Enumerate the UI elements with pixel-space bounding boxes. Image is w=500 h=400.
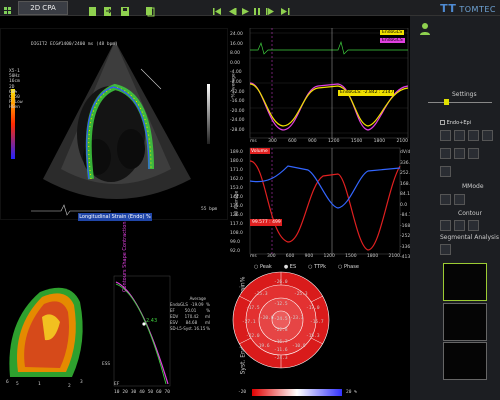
last-frame-icon[interactable] [280, 2, 290, 15]
volume-ylabel: ml Average [234, 190, 240, 217]
next-frame-icon[interactable] [265, 2, 275, 15]
bullseye-seg-16: -16.7 [274, 340, 288, 345]
bullseye-panel: ○ Peak ● ES ○ TTPk ○ Phase Syst. Endo. L… [216, 262, 410, 400]
bullseye-seg-7: -20.6 [260, 316, 274, 321]
bullseye-seg-3: -17.5 [246, 306, 260, 311]
brand-name: TOMTEC [459, 5, 496, 14]
top-toolbar: 2D CPA TT TOMTEC [0, 0, 500, 17]
thumbnail-view-1[interactable] [443, 263, 487, 301]
legend-endogls[interactable]: EndoGLS [380, 30, 405, 35]
segment-3: 3 [80, 380, 83, 385]
bullseye-seg-8: -24.5 [274, 317, 288, 322]
bullseye-chart[interactable] [216, 262, 410, 400]
thumbnail-view-3[interactable] [443, 342, 487, 380]
d-button[interactable] [454, 148, 465, 159]
legend-max: 20 % [346, 390, 357, 395]
legend-endogcs[interactable]: EndoGCS [380, 38, 405, 43]
segment-2: 2 [68, 384, 71, 389]
edit-button[interactable] [454, 130, 465, 141]
curve-value: 2.43 [146, 318, 158, 324]
lv-3d-model[interactable]: 6 5 1 2 3 [0, 272, 96, 400]
settings-title: Settings [452, 91, 477, 98]
mmode-title: MMode [462, 183, 484, 190]
s-button[interactable] [440, 148, 451, 159]
echo-header: DIGIT2 ECG#1400/2400 ms (48 bpm) [31, 42, 118, 47]
curve-xticks: 10 20 30 40 50 60 70 [114, 390, 170, 395]
play-icon[interactable] [240, 2, 250, 15]
tool-button-3[interactable] [468, 130, 479, 141]
segmental-title: Segmental Analysis [440, 234, 499, 241]
mmode-button-2[interactable] [454, 194, 465, 205]
layout-button[interactable] [440, 166, 451, 177]
bullseye-outer-top: -26.0 [274, 280, 288, 285]
bullseye-seg-13: -15.3 [306, 334, 320, 339]
bullseye-seg-10: -15.7 [310, 320, 324, 325]
thumbnail-view-2[interactable] [443, 303, 487, 341]
mmode-button-1[interactable] [440, 194, 451, 205]
tomtec-logo: TT TOMTEC [440, 2, 496, 15]
save-icon[interactable] [120, 2, 130, 16]
bullseye-seg-11: -22.8 [274, 328, 288, 333]
endo-epi-toggle[interactable]: Endo+Epi [440, 120, 471, 126]
tab-2d-cpa[interactable]: 2D CPA [18, 1, 68, 15]
contour-title: Contour [458, 210, 482, 217]
bullseye-outer-bottom: -24.3 [274, 356, 288, 361]
curve-ess-label: ESS [102, 362, 111, 367]
settings-slider-thumb[interactable] [444, 99, 449, 105]
echo-image-panel[interactable]: DIGIT2 ECG#1400/2400 ms (48 bpm) X5-1 50H… [0, 28, 228, 220]
strain-xticks: ms 300 600 900 1200 1500 1800 2100 [250, 139, 408, 144]
segment-5: 5 [16, 382, 19, 387]
curve-button[interactable] [468, 148, 479, 159]
stats-row-sd: SD-L5-Syst. 16.15% [170, 326, 210, 331]
bullseye-seg-9: -23.3 [290, 316, 304, 321]
grid-icon[interactable] [4, 2, 12, 14]
volume-xticks: ms 300 600 900 1200 1500 1800 2100 [250, 254, 400, 259]
curve-ef-label: EF [114, 382, 120, 387]
pause-icon[interactable] [252, 2, 262, 15]
legend-min: -20 [238, 390, 247, 395]
strain-tooltip: EndoGLS: -2.842 : 2147 [340, 90, 394, 95]
strain-color-legend [252, 389, 342, 396]
prev-frame-icon[interactable] [227, 2, 237, 15]
segment-6: 6 [6, 380, 9, 385]
bullseye-seg-17: -11.6 [274, 348, 288, 353]
segment-1: 1 [38, 382, 41, 387]
first-frame-icon[interactable] [212, 2, 222, 15]
bpm-label: 55 bpm [201, 207, 218, 212]
user-icon[interactable] [418, 20, 432, 35]
settings-slider[interactable] [428, 102, 492, 103]
endo-epi-label: Endo+Epi [446, 120, 472, 126]
segmental-button[interactable] [440, 244, 451, 255]
bullseye-seg-12: -22.0 [246, 334, 260, 339]
strain-ylabel: % Average [231, 73, 237, 98]
curve-label: Contours Shape Contraction [122, 221, 128, 292]
document-icon[interactable] [88, 2, 98, 16]
document-arrow-icon[interactable] [103, 2, 113, 16]
volume-label: Volume [251, 149, 268, 154]
bullseye-seg-15: -10.9 [292, 344, 306, 349]
copy-icon[interactable] [145, 2, 155, 17]
bullseye-seg-4: -17.0 [306, 306, 320, 311]
reset-button[interactable] [440, 130, 451, 141]
strain-graph[interactable]: 24.00 16.00 8.00 0.00 -4.00 -8.00 -12.00 -16.0… [228, 28, 410, 146]
strain-mode-label[interactable]: Longitudinal Strain (Endo) % [78, 213, 152, 221]
contour-s-button[interactable] [454, 220, 465, 231]
bullseye-seg-5: -12.5 [274, 302, 288, 307]
volume-graph[interactable]: 189.0 180.0 171.0 162.0 153.0 144.0 135.0 126.… [228, 146, 415, 262]
bullseye-seg-14: -19.6 [256, 344, 270, 349]
bullseye-seg-6: -27.1 [242, 320, 256, 325]
probe-info: X5-1 50Hz 16cm 2D 60% C 50 P Low HGen [9, 69, 23, 111]
contour-d-button[interactable] [468, 220, 479, 231]
average-stats: Average EndoGLS -19.09% EF 50.01% EDV 170.4… [170, 296, 210, 356]
contraction-curve[interactable]: Contours Shape Contraction 2.43 EF ESS 1… [100, 221, 172, 400]
bullseye-seg-2: -25.3 [294, 292, 308, 297]
tool-button-4[interactable] [482, 130, 493, 141]
bullseye-seg-1: -25.3 [254, 292, 268, 297]
volume-tooltip: 99.577 : 499 [252, 220, 281, 225]
contour-reset-button[interactable] [440, 220, 451, 231]
